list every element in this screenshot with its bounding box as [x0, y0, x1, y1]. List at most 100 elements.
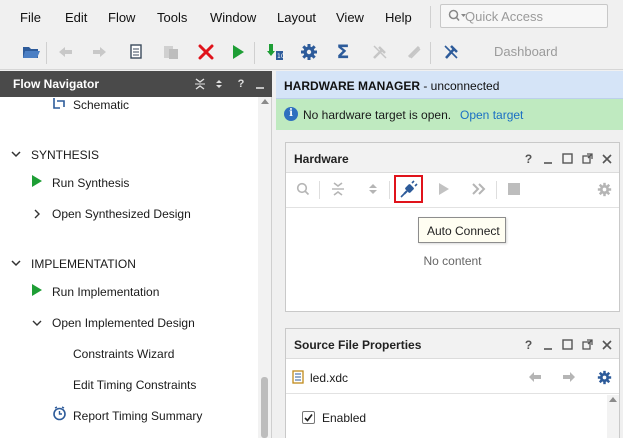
float-icon[interactable] [581, 338, 594, 351]
run-implementation-icon [32, 284, 42, 296]
svg-text:101: 101 [277, 53, 285, 60]
program-device-button[interactable]: 101 [264, 41, 286, 63]
report-button[interactable]: Σ [332, 41, 354, 63]
checkmark-icon [304, 414, 313, 422]
properties-settings-button[interactable] [593, 366, 615, 388]
undo-button[interactable] [55, 41, 77, 63]
open-project-icon [23, 47, 40, 58]
search-button[interactable] [292, 178, 314, 200]
enabled-checkbox[interactable] [302, 411, 315, 424]
delete-button[interactable] [195, 41, 217, 63]
menu-tools[interactable]: Tools [157, 10, 187, 25]
minimize-icon[interactable] [541, 338, 554, 351]
menu-edit[interactable]: Edit [65, 10, 87, 25]
nav-open-implemented-design[interactable]: Open Implemented Design [52, 316, 195, 330]
stop-button[interactable] [503, 178, 525, 200]
nav-open-synthesized-design[interactable]: Open Synthesized Design [52, 207, 191, 221]
enabled-label: Enabled [322, 411, 367, 425]
scrollbar-thumb[interactable] [261, 377, 268, 438]
nav-report-timing-summary[interactable]: Report Timing Summary [73, 409, 202, 423]
run-immediate-button[interactable] [468, 178, 490, 200]
help-icon[interactable]: ? [522, 152, 535, 166]
panel-settings-button[interactable] [593, 178, 615, 200]
chevron-right-icon[interactable] [32, 209, 42, 219]
chevron-down-icon[interactable] [11, 258, 21, 268]
chevron-down-icon[interactable] [11, 149, 21, 159]
settings-icon [597, 370, 611, 384]
flow-navigator-panel: Flow Navigator ? Schematic SYNTHESIS Run… [0, 71, 272, 438]
copy-icon [130, 44, 142, 59]
toolbar-divider [389, 181, 390, 199]
expand-all-button[interactable] [362, 178, 384, 200]
source-file-name: led.xdc [310, 371, 349, 385]
menu-divider [430, 6, 431, 28]
clock-icon [53, 406, 66, 421]
help-icon[interactable]: ? [234, 77, 248, 91]
info-icon: i [284, 107, 298, 121]
disabled-tool-button-2[interactable] [403, 41, 425, 63]
flow-navigator-title: Flow Navigator [13, 77, 100, 91]
forward-button[interactable] [558, 366, 580, 388]
quick-access-search[interactable]: Quick Access [440, 4, 608, 28]
close-icon[interactable] [600, 338, 613, 351]
back-button[interactable] [524, 366, 546, 388]
main-toolbar: 101 Σ Dashboard [0, 34, 623, 70]
help-icon[interactable]: ? [522, 338, 535, 352]
cancel-tool-button[interactable] [440, 41, 462, 63]
minimize-icon[interactable] [253, 77, 267, 91]
open-target-link[interactable]: Open target [460, 108, 523, 122]
scroll-up-arrow[interactable] [609, 397, 617, 402]
delete-icon [198, 44, 214, 60]
chevron-down-icon[interactable] [32, 318, 42, 328]
menu-view[interactable]: View [336, 10, 364, 25]
paste-button[interactable] [160, 41, 182, 63]
panel-divider [286, 393, 619, 394]
scroll-up-arrow[interactable] [261, 99, 269, 104]
nav-schematic[interactable]: Schematic [73, 98, 129, 112]
redo-button[interactable] [88, 41, 110, 63]
hardware-target-banner: i No hardware target is open. Open targe… [276, 99, 623, 130]
disabled-tool-button[interactable] [369, 41, 391, 63]
expand-all-icon [369, 184, 377, 194]
section-synthesis[interactable]: SYNTHESIS [31, 148, 99, 162]
toolbar-divider [254, 42, 255, 64]
maximize-icon[interactable] [561, 152, 574, 165]
copy-button[interactable] [125, 41, 147, 63]
search-icon [296, 182, 310, 196]
run-trigger-button[interactable] [433, 178, 455, 200]
section-implementation[interactable]: IMPLEMENTATION [31, 257, 136, 271]
menu-bar: File Edit Flow Tools Window Layout View … [0, 0, 623, 34]
hardware-panel-header: Hardware ? [286, 143, 619, 173]
menu-window[interactable]: Window [210, 10, 256, 25]
arrow-right-icon [563, 372, 575, 382]
menu-file[interactable]: File [20, 10, 41, 25]
nav-run-implementation[interactable]: Run Implementation [52, 285, 159, 299]
settings-icon [597, 182, 611, 196]
source-file-panel-header: Source File Properties ? [286, 329, 619, 359]
menu-layout[interactable]: Layout [277, 10, 316, 25]
expand-all-icon[interactable] [212, 77, 226, 91]
maximize-icon[interactable] [561, 338, 574, 351]
properties-scrollbar[interactable] [607, 395, 619, 438]
navigator-scrollbar[interactable] [258, 97, 271, 438]
menu-flow[interactable]: Flow [108, 10, 135, 25]
nav-run-synthesis[interactable]: Run Synthesis [52, 176, 129, 190]
menu-help[interactable]: Help [385, 10, 412, 25]
schematic-icon [53, 98, 65, 109]
nav-constraints-wizard[interactable]: Constraints Wizard [73, 347, 174, 361]
play-icon [439, 183, 449, 195]
run-synthesis-icon [32, 175, 42, 187]
collapse-all-icon[interactable] [193, 77, 207, 91]
banner-message: No hardware target is open. [303, 108, 452, 122]
settings-button[interactable] [298, 41, 320, 63]
close-icon[interactable] [600, 152, 613, 165]
collapse-all-button[interactable] [327, 178, 349, 200]
open-project-button[interactable] [20, 41, 42, 63]
arrow-left-icon [529, 372, 541, 382]
minimize-icon[interactable] [541, 152, 554, 165]
nav-edit-timing-constraints[interactable]: Edit Timing Constraints [73, 378, 196, 392]
run-button[interactable] [227, 41, 249, 63]
float-icon[interactable] [581, 152, 594, 165]
auto-connect-tooltip: Auto Connect [418, 217, 506, 243]
dashboard-button[interactable]: Dashboard [494, 44, 558, 59]
